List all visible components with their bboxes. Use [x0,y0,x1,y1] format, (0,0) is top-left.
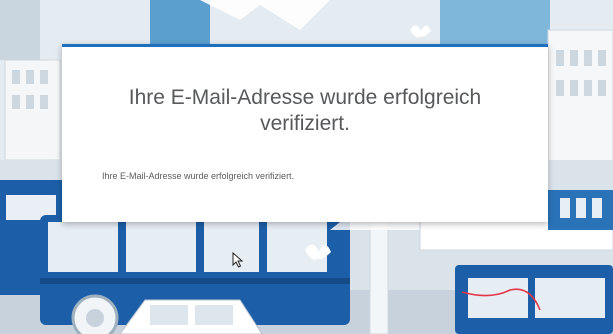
dialog-message: Ihre E-Mail-Adresse wurde erfolgreich ve… [102,171,295,181]
mouse-pointer-icon [232,252,244,268]
verification-dialog: Ihre E-Mail-Adresse wurde erfolgreich ve… [62,44,548,222]
dialog-title: Ihre E-Mail-Adresse wurde erfolgreich ve… [128,86,482,135]
